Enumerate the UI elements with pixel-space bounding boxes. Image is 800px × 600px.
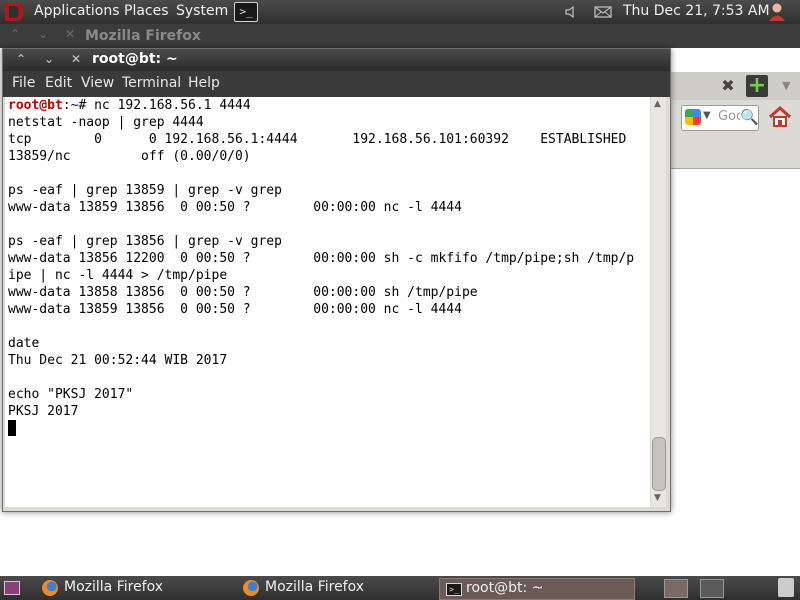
- maximize-icon[interactable]: ⌄: [44, 52, 54, 66]
- taskbar-item-firefox-2[interactable]: Mozilla Firefox: [239, 578, 435, 598]
- firefox-tabstrip: ✖ + ▼: [669, 72, 800, 100]
- top-panel: Applications Places System >_ Thu Dec 21…: [0, 0, 800, 24]
- menu-file[interactable]: File: [12, 75, 35, 91]
- applications-menu[interactable]: Applications: [34, 3, 120, 19]
- terminal-line: ps -eaf | grep 13856 | grep -v grep: [8, 234, 282, 249]
- menu-view[interactable]: View: [81, 75, 114, 91]
- command-text: nc 192.168.56.1 4444: [94, 98, 251, 113]
- firefox-toolbar: ✖ + ▼ ▼ Goo 🔍: [669, 72, 800, 169]
- menu-edit[interactable]: Edit: [45, 75, 72, 91]
- terminal-line: www-data 13856 12200 0 00:50 ? 00:00:00 …: [8, 251, 635, 266]
- places-menu[interactable]: Places: [124, 3, 169, 19]
- menu-help[interactable]: Help: [188, 75, 220, 91]
- show-desktop-icon[interactable]: [4, 581, 20, 595]
- mail-icon[interactable]: [594, 4, 612, 20]
- terminal-line: date: [8, 336, 40, 351]
- minimize-icon[interactable]: ⌃: [16, 52, 26, 66]
- terminal-line: PKSJ 2017: [8, 404, 79, 419]
- terminal-icon: >_: [446, 583, 462, 596]
- firefox-maximize-icon[interactable]: ⌄: [38, 27, 48, 41]
- firefox-close-icon[interactable]: ✕: [65, 27, 75, 41]
- terminal-output[interactable]: root@bt:~# nc 192.168.56.1 4444 netstat …: [5, 97, 650, 507]
- scroll-up-icon[interactable]: ▲: [654, 99, 661, 109]
- taskbar-item-terminal[interactable]: >_ root@bt: ~: [439, 578, 635, 600]
- taskbar-label: Mozilla Firefox: [64, 579, 164, 595]
- terminal-line: echo "PKSJ 2017": [8, 387, 134, 402]
- scroll-down-icon[interactable]: ▼: [654, 493, 661, 503]
- terminal-menubar: File Edit View Terminal Help: [3, 71, 670, 97]
- search-placeholder: Goo: [718, 109, 740, 124]
- prompt-symbol: #: [78, 98, 95, 113]
- home-icon[interactable]: [767, 105, 793, 129]
- terminal-titlebar[interactable]: ⌃ ⌄ ✕ root@bt: ~: [3, 49, 670, 71]
- prompt-user: root@bt: [8, 98, 63, 113]
- terminal-line: www-data 13859 13856 0 00:50 ? 00:00:00 …: [8, 302, 462, 317]
- firefox-titlebar[interactable]: ⌃ ⌄ ✕ Mozilla Firefox: [0, 24, 800, 48]
- tab-list-chevron-icon[interactable]: ▼: [782, 79, 790, 92]
- terminal-window: ⌃ ⌄ ✕ root@bt: ~ File Edit View Terminal…: [2, 48, 671, 512]
- close-tab-icon[interactable]: ✖: [719, 77, 737, 95]
- clock[interactable]: Thu Dec 21, 7:53 AM: [623, 3, 770, 19]
- workspace-1[interactable]: [664, 579, 688, 598]
- prompt-separator: :: [62, 98, 71, 113]
- firefox-minimize-icon[interactable]: ⌃: [10, 27, 20, 41]
- terminal-line: www-data 13859 13856 0 00:50 ? 00:00:00 …: [8, 200, 462, 215]
- workspace-2[interactable]: [700, 579, 724, 598]
- terminal-line: www-data 13858 13856 0 00:50 ? 00:00:00 …: [8, 285, 478, 300]
- text-cursor: [8, 420, 16, 436]
- prompt-line: root@bt:~# nc 192.168.56.1 4444: [8, 97, 650, 114]
- system-menu[interactable]: System: [176, 3, 228, 19]
- search-input[interactable]: ▼ Goo 🔍: [681, 105, 759, 131]
- user-icon[interactable]: [766, 2, 788, 22]
- terminal-line: ps -eaf | grep 13859 | grep -v grep: [8, 183, 282, 198]
- menu-terminal[interactable]: Terminal: [122, 75, 181, 91]
- backtrack-logo-icon[interactable]: [3, 1, 27, 23]
- taskbar-item-firefox-1[interactable]: Mozilla Firefox: [38, 578, 234, 598]
- firefox-icon: [243, 580, 259, 596]
- firefox-icon: [42, 580, 58, 596]
- search-icon[interactable]: 🔍: [740, 108, 759, 126]
- search-engine-dropdown-icon[interactable]: ▼: [703, 110, 711, 121]
- cursor-line: [8, 420, 650, 437]
- terminal-line: netstat -naop | grep 4444: [8, 115, 204, 130]
- trash-icon[interactable]: [778, 578, 794, 597]
- new-tab-button[interactable]: +: [746, 75, 768, 97]
- terminal-line: ipe | nc -l 4444 > /tmp/pipe: [8, 268, 228, 283]
- firefox-window-title: Mozilla Firefox: [85, 28, 201, 44]
- scrollbar-thumb[interactable]: [652, 437, 666, 491]
- bottom-panel: Mozilla Firefox Mozilla Firefox >_ root@…: [0, 576, 800, 600]
- terminal-window-title: root@bt: ~: [92, 51, 178, 67]
- taskbar-label: Mozilla Firefox: [265, 579, 365, 595]
- terminal-line: tcp 0 0 192.168.56.1:4444 192.168.56.101…: [8, 132, 627, 147]
- taskbar-label: root@bt: ~: [466, 580, 544, 596]
- terminal-line: 13859/nc off (0.00/0/0): [8, 149, 251, 164]
- volume-icon[interactable]: [563, 4, 579, 20]
- google-icon[interactable]: [685, 109, 701, 125]
- close-icon[interactable]: ✕: [71, 52, 81, 66]
- terminal-scrollbar[interactable]: ▲ ▼: [651, 97, 666, 507]
- terminal-launcher-icon[interactable]: >_: [234, 2, 258, 22]
- terminal-line: Thu Dec 21 00:52:44 WIB 2017: [8, 353, 228, 368]
